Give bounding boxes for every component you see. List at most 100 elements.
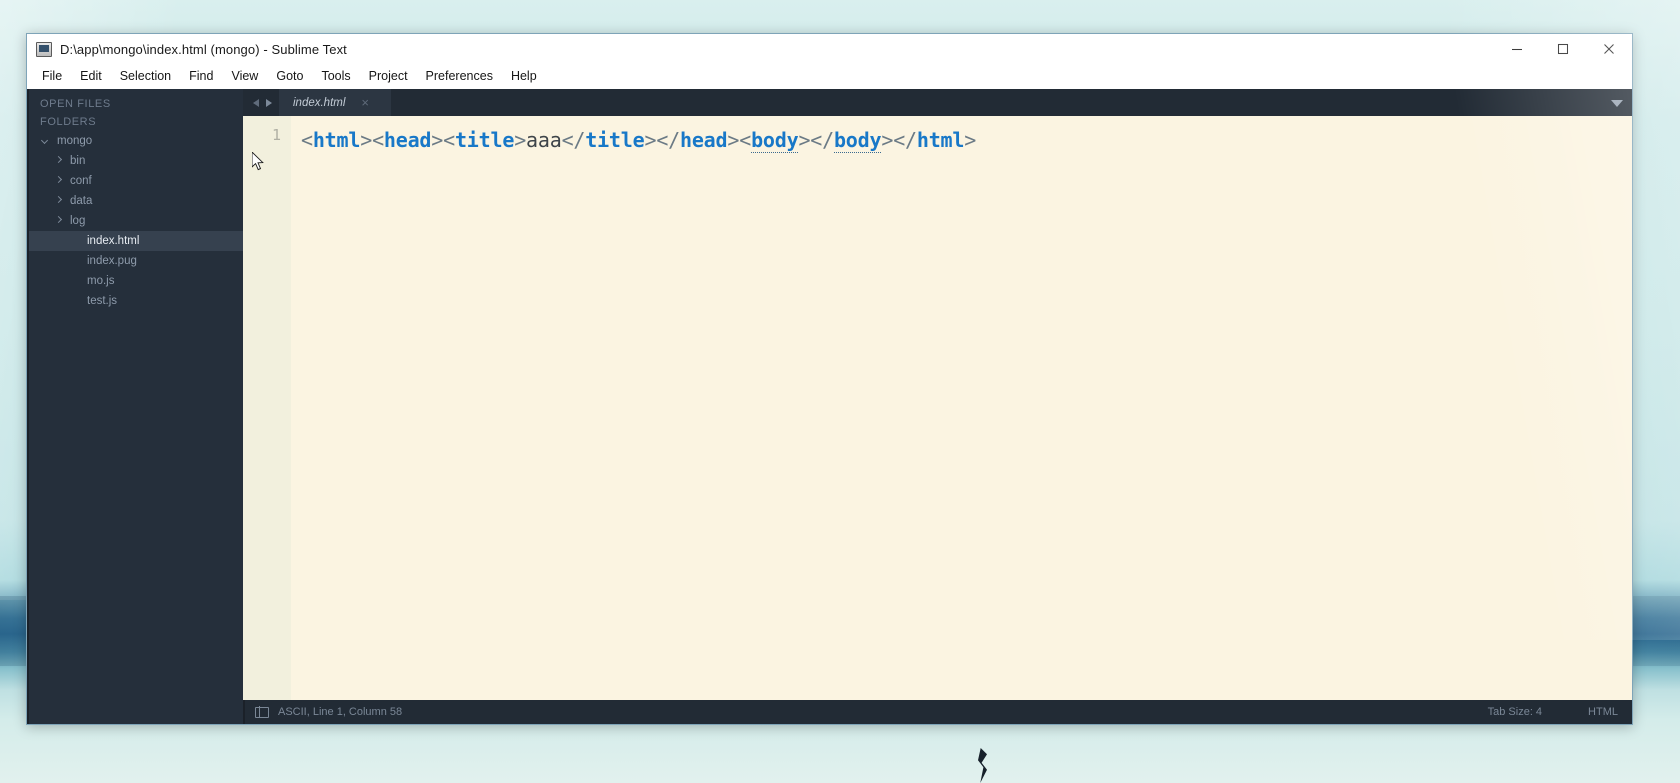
menu-view[interactable]: View <box>222 66 267 86</box>
menu-selection[interactable]: Selection <box>111 66 180 86</box>
menu-bar: File Edit Selection Find View Goto Tools… <box>27 64 1632 89</box>
no-arrow-icon <box>72 237 80 245</box>
code-token-punct: > <box>431 128 444 152</box>
menu-find[interactable]: Find <box>180 66 222 86</box>
status-encoding-position: ASCII, Line 1, Column 58 <box>278 706 403 718</box>
tree-item-log[interactable]: log <box>29 211 243 231</box>
sidebar: OPEN FILES FOLDERS mongo bin conf data log in… <box>27 89 243 724</box>
code-view[interactable]: 1 <html><head><title>aaa</title></head><… <box>243 116 1632 700</box>
minimize-icon <box>1512 48 1522 51</box>
tab-label: index.html <box>293 96 346 109</box>
tree-item-label: mo.js <box>87 275 115 287</box>
line-number: 1 <box>271 126 281 144</box>
desktop-background: D:\app\mongo\index.html (mongo) - Sublim… <box>0 0 1680 783</box>
chevron-left-icon <box>252 98 259 107</box>
line-number-gutter: 1 <box>243 116 291 700</box>
code-token-tag: html <box>916 128 965 152</box>
tree-item-mo-js[interactable]: mo.js <box>29 271 243 291</box>
status-left: ASCII, Line 1, Column 58 <box>255 706 402 718</box>
no-arrow-icon <box>72 297 80 305</box>
code-token-punct: </ <box>810 128 834 152</box>
code-token-tag: title <box>454 128 515 152</box>
sidebar-folders-header[interactable]: FOLDERS <box>29 113 243 131</box>
code-token-punct: < <box>301 128 313 152</box>
tab-prev-button[interactable] <box>249 96 262 110</box>
tree-item-label: log <box>70 215 86 227</box>
tab-bar: index.html × <box>243 89 1632 116</box>
code-token-punct: </ <box>561 128 586 152</box>
tree-item-label: conf <box>70 175 92 187</box>
code-token-punct: > <box>964 128 977 152</box>
code-token-punct: </ <box>893 128 917 152</box>
sidebar-open-files-header[interactable]: OPEN FILES <box>29 95 243 113</box>
wallpaper-figure-mark <box>978 748 987 783</box>
code-token-punct: > <box>514 128 527 152</box>
code-token-punct: > <box>727 128 740 152</box>
maximize-button[interactable] <box>1540 34 1586 64</box>
code-token-tag-underline: body <box>751 128 799 153</box>
menu-edit[interactable]: Edit <box>71 66 111 86</box>
tree-item-mongo[interactable]: mongo <box>29 131 243 151</box>
tree-item-bin[interactable]: bin <box>29 151 243 171</box>
chevron-down-icon[interactable] <box>1611 100 1623 107</box>
no-arrow-icon <box>72 277 80 285</box>
tab-index-html[interactable]: index.html × <box>279 89 391 116</box>
menu-project[interactable]: Project <box>360 66 417 86</box>
menu-tools[interactable]: Tools <box>312 66 359 86</box>
code-token-punct: > <box>360 128 373 152</box>
code-content[interactable]: <html><head><title>aaa</title></head><bo… <box>291 116 1632 700</box>
close-button[interactable] <box>1586 34 1632 64</box>
tree-item-index-html[interactable]: index.html <box>29 231 243 251</box>
sidebar-toggle-icon[interactable] <box>255 706 269 718</box>
chevron-down-icon[interactable] <box>42 137 50 145</box>
code-token-tag: head <box>383 128 432 152</box>
tree-item-label: index.html <box>87 235 140 247</box>
maximize-icon <box>1557 43 1569 55</box>
menu-help[interactable]: Help <box>502 66 546 86</box>
code-token-punct: </ <box>656 128 680 152</box>
tree-item-label: test.js <box>87 295 118 307</box>
menu-preferences[interactable]: Preferences <box>417 66 502 86</box>
editor-area: index.html × 1 <html><head><title>aaa</t… <box>243 89 1632 724</box>
tree-item-label: mongo <box>57 135 93 147</box>
chevron-right-icon[interactable] <box>55 157 63 165</box>
chevron-right-icon[interactable] <box>55 197 63 205</box>
chevron-right-icon <box>265 98 272 107</box>
tab-nav-arrows <box>246 89 279 116</box>
code-token-text: aaa <box>526 128 562 152</box>
code-token-tag: html <box>312 128 361 152</box>
status-tab-size[interactable]: Tab Size: 4 <box>1488 706 1542 718</box>
close-icon <box>1604 44 1614 54</box>
chevron-right-icon[interactable] <box>55 177 63 185</box>
tab-close-icon[interactable]: × <box>361 96 369 109</box>
tree-item-data[interactable]: data <box>29 191 243 211</box>
menu-file[interactable]: File <box>33 66 71 86</box>
status-bar: ASCII, Line 1, Column 58 Tab Size: 4 HTM… <box>243 700 1632 724</box>
code-token-punct: > <box>881 128 894 152</box>
tree-item-index-pug[interactable]: index.pug <box>29 251 243 271</box>
tree-item-conf[interactable]: conf <box>29 171 243 191</box>
window-controls <box>1494 34 1632 64</box>
tree-item-label: index.pug <box>87 255 137 267</box>
code-token-tag: head <box>680 128 728 152</box>
code-token-tag-underline: body <box>833 128 882 153</box>
code-token-tag: title <box>585 128 645 152</box>
code-token-punct: < <box>372 128 384 152</box>
folder-tree: mongo bin conf data log index.html index.pug mo… <box>29 131 243 311</box>
no-arrow-icon <box>72 257 80 265</box>
status-syntax[interactable]: HTML <box>1588 706 1618 718</box>
tree-item-test-js[interactable]: test.js <box>29 291 243 311</box>
sublime-text-icon <box>36 41 52 57</box>
minimize-button[interactable] <box>1494 34 1540 64</box>
code-token-punct: < <box>739 128 752 152</box>
code-token-punct: < <box>443 128 455 152</box>
tab-next-button[interactable] <box>262 96 275 110</box>
code-token-punct: > <box>644 128 657 152</box>
menu-goto[interactable]: Goto <box>267 66 312 86</box>
chevron-right-icon[interactable] <box>55 217 63 225</box>
tree-item-label: data <box>70 195 93 207</box>
window-titlebar[interactable]: D:\app\mongo\index.html (mongo) - Sublim… <box>27 34 1632 64</box>
window-body: OPEN FILES FOLDERS mongo bin conf data log in… <box>27 89 1632 724</box>
sublime-text-window: D:\app\mongo\index.html (mongo) - Sublim… <box>26 33 1633 725</box>
code-token-punct: > <box>798 128 811 152</box>
